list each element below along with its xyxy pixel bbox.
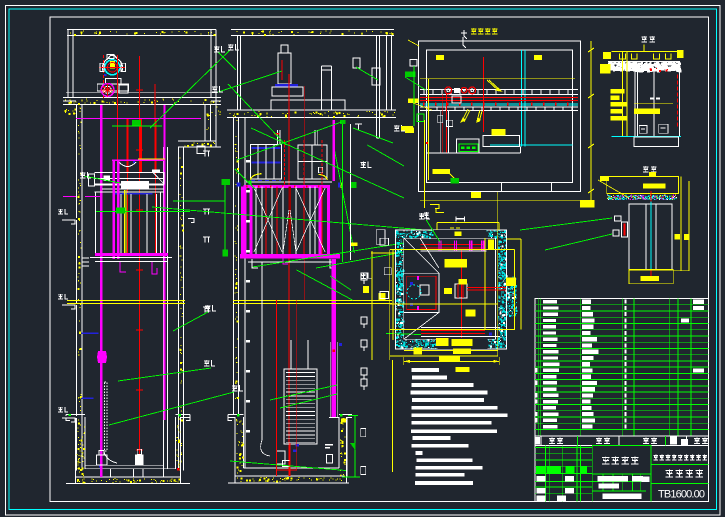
svg-text:TB1600.00: TB1600.00 (658, 489, 705, 501)
